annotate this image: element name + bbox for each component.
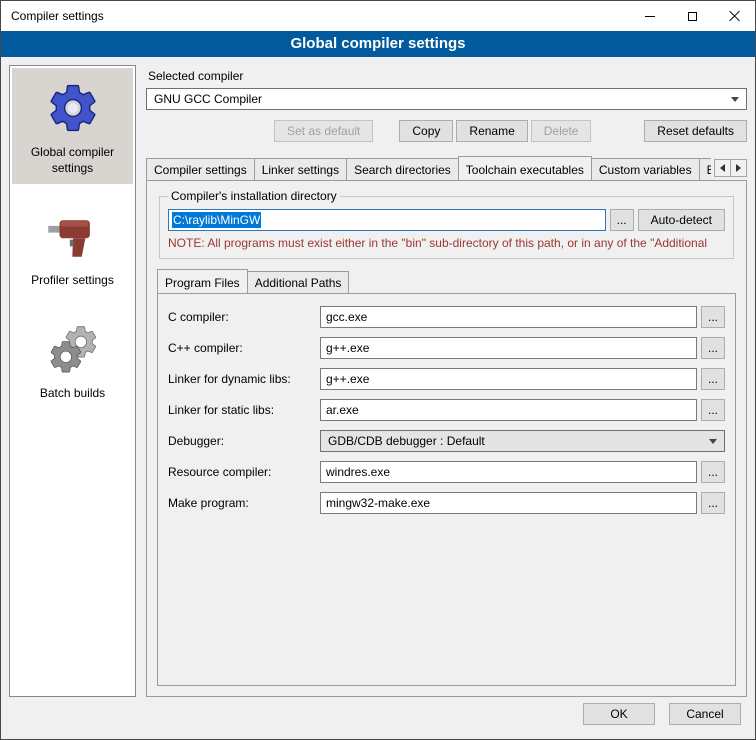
dialog-footer: OK Cancel (1, 699, 755, 739)
copy-button[interactable]: Copy (399, 120, 453, 142)
tab-scroll-buttons (714, 159, 747, 177)
form-row-debugger: Debugger: GDB/CDB debugger : Default (168, 430, 725, 452)
window-title: Compiler settings (1, 1, 629, 31)
sidebar-item-label: Batch builds (40, 386, 105, 402)
compiler-settings-window: Compiler settings Global compiler settin… (0, 0, 756, 740)
installation-directory-browse-button[interactable]: ... (610, 209, 634, 231)
maximize-icon (688, 12, 697, 21)
chevron-down-icon (709, 439, 717, 444)
tab-scroll-right-button[interactable] (730, 159, 747, 177)
page-title: Global compiler settings (1, 31, 755, 57)
settings-sidebar: Global compiler settings Profiler settin… (9, 65, 136, 697)
maximize-button[interactable] (671, 1, 713, 31)
close-icon (728, 10, 740, 22)
reset-defaults-button[interactable]: Reset defaults (644, 120, 747, 142)
cpp-compiler-browse-button[interactable]: ... (701, 337, 725, 359)
static-linker-browse-button[interactable]: ... (701, 399, 725, 421)
arrow-right-icon (736, 164, 741, 172)
compiler-actions: Set as default Copy Rename Delete Reset … (146, 120, 747, 142)
debugger-label: Debugger: (168, 434, 316, 448)
sidebar-item-label: Global compiler settings (15, 145, 130, 176)
make-program-input[interactable] (320, 492, 697, 514)
set-as-default-button: Set as default (274, 120, 373, 142)
gray-gears-icon (43, 319, 103, 379)
cpp-compiler-label: C++ compiler: (168, 341, 316, 355)
tab-search-directories[interactable]: Search directories (346, 158, 459, 180)
form-row-dynamic-linker: Linker for dynamic libs: ... (168, 368, 725, 390)
cancel-button[interactable]: Cancel (669, 703, 741, 725)
chevron-down-icon (731, 97, 739, 102)
toolchain-executables-panel: Compiler's installation directory C:\ray… (146, 180, 747, 697)
titlebar: Compiler settings (1, 1, 755, 31)
resource-compiler-input[interactable] (320, 461, 697, 483)
cpp-compiler-input[interactable] (320, 337, 697, 359)
ok-button[interactable]: OK (583, 703, 655, 725)
c-compiler-input[interactable] (320, 306, 697, 328)
form-row-c-compiler: C compiler: ... (168, 306, 725, 328)
minimize-button[interactable] (629, 1, 671, 31)
installation-directory-group: Compiler's installation directory C:\ray… (159, 189, 734, 259)
arrow-left-icon (720, 164, 725, 172)
tab-linker-settings[interactable]: Linker settings (254, 158, 347, 180)
blue-gear-icon (43, 78, 103, 138)
tab-toolchain-executables[interactable]: Toolchain executables (458, 156, 592, 180)
dynamic-linker-input[interactable] (320, 368, 697, 390)
form-row-make-program: Make program: ... (168, 492, 725, 514)
dynamic-linker-label: Linker for dynamic libs: (168, 372, 316, 386)
tab-program-files[interactable]: Program Files (157, 269, 248, 293)
make-program-browse-button[interactable]: ... (701, 492, 725, 514)
form-row-resource-compiler: Resource compiler: ... (168, 461, 725, 483)
auto-detect-button[interactable]: Auto-detect (638, 209, 725, 231)
static-linker-label: Linker for static libs: (168, 403, 316, 417)
dynamic-linker-browse-button[interactable]: ... (701, 368, 725, 390)
delete-button: Delete (531, 120, 592, 142)
resource-compiler-browse-button[interactable]: ... (701, 461, 725, 483)
close-button[interactable] (713, 1, 755, 31)
tabs-scroller: Compiler settings Linker settings Search… (146, 156, 711, 180)
c-compiler-browse-button[interactable]: ... (701, 306, 725, 328)
profiler-tool-icon (43, 206, 103, 266)
selected-compiler-value: GNU GCC Compiler (154, 92, 262, 106)
debugger-dropdown[interactable]: GDB/CDB debugger : Default (320, 430, 725, 452)
bin-subdirectory-note: NOTE: All programs must exist either in … (168, 236, 725, 250)
c-compiler-label: C compiler: (168, 310, 316, 324)
program-files-tabs: Program Files Additional Paths (157, 269, 736, 293)
debugger-value: GDB/CDB debugger : Default (328, 434, 485, 448)
tab-additional-paths[interactable]: Additional Paths (247, 271, 350, 293)
installation-directory-value: C:\raylib\MinGW (172, 212, 261, 228)
tab-compiler-settings[interactable]: Compiler settings (146, 158, 255, 180)
minimize-icon (645, 16, 655, 17)
tab-custom-variables[interactable]: Custom variables (591, 158, 700, 180)
sidebar-item-batch-builds[interactable]: Batch builds (12, 309, 133, 410)
sidebar-item-global-compiler-settings[interactable]: Global compiler settings (12, 68, 133, 184)
form-row-static-linker: Linker for static libs: ... (168, 399, 725, 421)
installation-directory-input[interactable]: C:\raylib\MinGW (168, 209, 606, 231)
compiler-settings-tabs: Compiler settings Linker settings Search… (146, 156, 747, 180)
selected-compiler-label: Selected compiler (148, 69, 747, 83)
static-linker-input[interactable] (320, 399, 697, 421)
program-files-panel: C compiler: ... C++ compiler: ... Linker… (157, 293, 736, 686)
sidebar-item-profiler-settings[interactable]: Profiler settings (12, 196, 133, 297)
form-row-cpp-compiler: C++ compiler: ... (168, 337, 725, 359)
tab-build-options[interactable]: Buil (699, 158, 711, 180)
installation-directory-legend: Compiler's installation directory (168, 189, 340, 203)
sidebar-item-label: Profiler settings (31, 273, 114, 289)
rename-button[interactable]: Rename (456, 120, 527, 142)
resource-compiler-label: Resource compiler: (168, 465, 316, 479)
make-program-label: Make program: (168, 496, 316, 510)
tab-scroll-left-button[interactable] (714, 159, 731, 177)
selected-compiler-dropdown[interactable]: GNU GCC Compiler (146, 88, 747, 110)
